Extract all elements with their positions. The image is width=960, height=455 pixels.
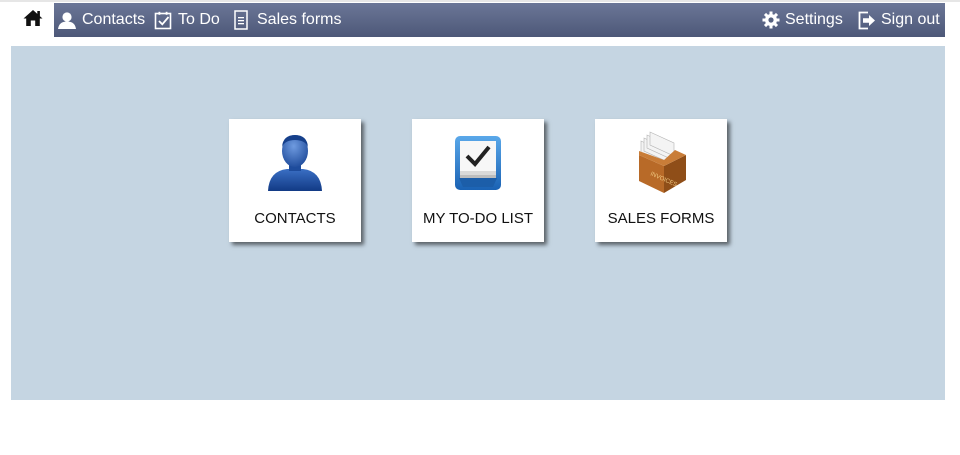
home-button[interactable] (11, 3, 54, 37)
contacts-tile[interactable]: CONTACTS (229, 119, 361, 242)
nav-todo[interactable]: To Do (154, 3, 220, 37)
person-icon (229, 131, 361, 195)
document-icon (234, 10, 248, 30)
sales-forms-tile[interactable]: INVOICES SALES FORMS (595, 119, 727, 242)
gear-icon (762, 11, 780, 29)
nav-contacts[interactable]: Contacts (57, 3, 145, 37)
nav-contacts-label: Contacts (82, 11, 146, 28)
nav-settings[interactable]: Settings (762, 3, 843, 37)
user-icon (57, 11, 77, 29)
nav-sign-out[interactable]: Sign out (858, 3, 940, 37)
checkbox-icon (154, 11, 173, 30)
home-icon (23, 9, 43, 32)
todo-tile-label: MY TO-DO LIST (422, 210, 534, 227)
main-content: CONTACTS MY TO-DO LIST INVOICES SALES FO… (11, 46, 945, 400)
sales-forms-tile-label: SALES FORMS (607, 210, 715, 227)
nav-settings-label: Settings (785, 11, 843, 28)
todo-tray-icon (412, 131, 544, 195)
todo-tile[interactable]: MY TO-DO LIST (412, 119, 544, 242)
contacts-tile-label: CONTACTS (254, 210, 336, 227)
sign-out-icon (858, 11, 876, 30)
nav-sign-out-label: Sign out (881, 11, 940, 28)
nav-sales-forms-label: Sales forms (257, 11, 342, 28)
file-box-icon: INVOICES (595, 131, 727, 195)
top-border (0, 0, 960, 2)
nav-todo-label: To Do (178, 11, 220, 28)
nav-sales-forms[interactable]: Sales forms (234, 3, 341, 37)
top-navbar: Contacts To Do Sales forms Settings Sign… (11, 3, 945, 37)
